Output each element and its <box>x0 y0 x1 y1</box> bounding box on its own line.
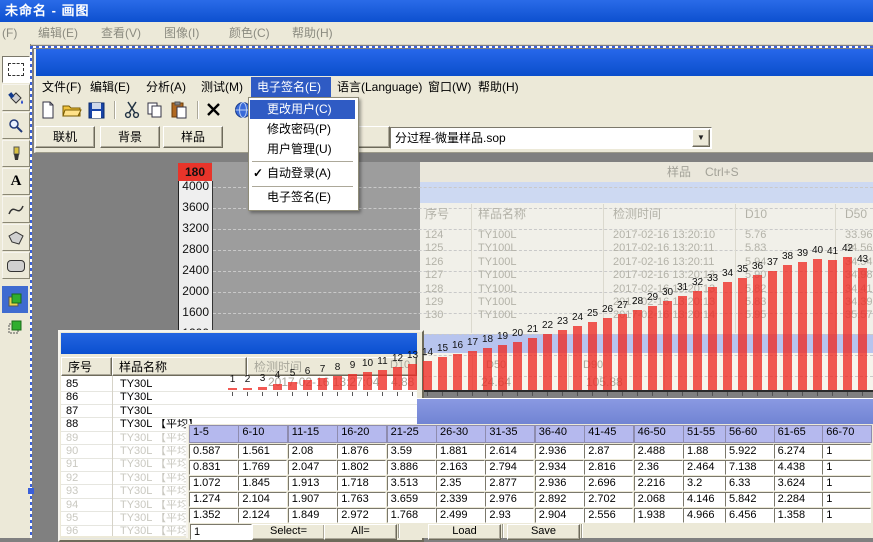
data-cell[interactable]: 2.08 <box>288 444 337 459</box>
data-cell[interactable]: 1.763 <box>337 492 386 507</box>
data-cell[interactable]: 1 <box>822 444 871 459</box>
data-cell[interactable]: 1 <box>822 492 871 507</box>
menu-item-autologin[interactable]: 自动登录(A) <box>267 167 331 179</box>
data-cell[interactable]: 2.976 <box>485 492 534 507</box>
data-cell[interactable]: 2.936 <box>535 444 584 459</box>
data-cell[interactable]: 2.124 <box>238 508 287 523</box>
data-cell[interactable]: 2.556 <box>584 508 633 523</box>
data-cell[interactable]: 1.072 <box>189 476 238 491</box>
data-cell[interactable]: 1.876 <box>337 444 386 459</box>
data-cell[interactable]: 1.913 <box>288 476 337 491</box>
data-column-header[interactable]: 61-65 <box>774 425 824 443</box>
data-cell[interactable]: 2.488 <box>634 444 683 459</box>
data-column-header[interactable]: 6-10 <box>238 425 288 443</box>
menu-item-change-user[interactable]: 更改用户(C) <box>250 100 355 119</box>
data-cell[interactable]: 2.702 <box>584 492 633 507</box>
data-cell[interactable]: 3.659 <box>387 492 436 507</box>
data-cell[interactable]: 6.274 <box>774 444 823 459</box>
data-column-header[interactable]: 26-30 <box>436 425 486 443</box>
data-column-header[interactable]: 31-35 <box>485 425 535 443</box>
controls-separator-3 <box>581 524 583 538</box>
data-cell[interactable]: 2.816 <box>584 460 633 475</box>
data-cell[interactable]: 1.352 <box>189 508 238 523</box>
data-cell[interactable]: 1.718 <box>337 476 386 491</box>
data-cell[interactable]: 2.284 <box>774 492 823 507</box>
data-cell[interactable]: 2.339 <box>436 492 485 507</box>
data-cell[interactable]: 2.794 <box>485 460 534 475</box>
data-column-header[interactable]: 46-50 <box>634 425 684 443</box>
data-cell[interactable]: 2.93 <box>485 508 534 523</box>
data-column-header[interactable]: 16-20 <box>337 425 387 443</box>
data-cell[interactable]: 1.845 <box>238 476 287 491</box>
data-column-header[interactable]: 36-40 <box>535 425 585 443</box>
data-cell[interactable]: 2.614 <box>485 444 534 459</box>
menu-item-user-management[interactable]: 用户管理(U) <box>267 143 332 155</box>
data-column-header[interactable]: 21-25 <box>387 425 437 443</box>
data-cell[interactable]: 1.769 <box>238 460 287 475</box>
data-cell[interactable]: 2.892 <box>535 492 584 507</box>
data-cell[interactable]: 2.047 <box>288 460 337 475</box>
data-cell[interactable]: 5.922 <box>725 444 774 459</box>
menu-item-autologin-check: ✓ <box>253 167 263 179</box>
data-cell[interactable]: 7.138 <box>725 460 774 475</box>
data-cell[interactable]: 1.274 <box>189 492 238 507</box>
data-cell[interactable]: 2.87 <box>584 444 633 459</box>
data-cell[interactable]: 3.886 <box>387 460 436 475</box>
data-cell[interactable]: 0.831 <box>189 460 238 475</box>
data-column-header[interactable]: 11-15 <box>288 425 338 443</box>
data-cell[interactable]: 1.358 <box>774 508 823 523</box>
data-column-header[interactable]: 56-60 <box>725 425 775 443</box>
data-cell[interactable]: 2.35 <box>436 476 485 491</box>
data-cell[interactable]: 1 <box>822 508 871 523</box>
data-cell[interactable]: 3.624 <box>774 476 823 491</box>
data-column-header[interactable]: 1-5 <box>189 425 239 443</box>
data-cell[interactable]: 6.456 <box>725 508 774 523</box>
menu-item-esign[interactable]: 电子签名(E) <box>267 191 331 203</box>
data-cell[interactable]: 2.163 <box>436 460 485 475</box>
data-cell[interactable]: 2.877 <box>485 476 534 491</box>
menu-item-change-password[interactable]: 修改密码(P) <box>267 123 331 135</box>
data-cell[interactable]: 1.881 <box>436 444 485 459</box>
data-cell[interactable]: 4.438 <box>774 460 823 475</box>
data-cell[interactable]: 2.499 <box>436 508 485 523</box>
menu-separator-1 <box>252 161 353 162</box>
data-column-header[interactable]: 41-45 <box>584 425 634 443</box>
menu-item-change-user-label: 更改用户(C) <box>267 103 332 115</box>
data-cell[interactable]: 2.696 <box>584 476 633 491</box>
data-cell[interactable]: 2.216 <box>634 476 683 491</box>
data-cell[interactable]: 3.59 <box>387 444 436 459</box>
data-cell[interactable]: 2.068 <box>634 492 683 507</box>
data-cell[interactable]: 1.849 <box>288 508 337 523</box>
data-cell[interactable]: 1.802 <box>337 460 386 475</box>
controls-separator-1 <box>398 524 400 538</box>
data-cell[interactable]: 3.513 <box>387 476 436 491</box>
data-cell[interactable]: 2.936 <box>535 476 584 491</box>
data-cell[interactable]: 0.587 <box>189 444 238 459</box>
data-cell[interactable]: 2.972 <box>337 508 386 523</box>
data-cell[interactable]: 1.907 <box>288 492 337 507</box>
data-cell[interactable]: 1.768 <box>387 508 436 523</box>
data-cell[interactable]: 2.36 <box>634 460 683 475</box>
data-cell[interactable]: 1.938 <box>634 508 683 523</box>
data-cell[interactable]: 1 <box>822 460 871 475</box>
data-cell[interactable]: 2.934 <box>535 460 584 475</box>
data-column-header[interactable]: 66-70 <box>822 425 872 443</box>
data-cell[interactable]: 5.842 <box>725 492 774 507</box>
data-cell[interactable]: 1.561 <box>238 444 287 459</box>
controls-separator-2 <box>502 524 504 538</box>
data-cell[interactable]: 2.904 <box>535 508 584 523</box>
data-cell[interactable]: 6.33 <box>725 476 774 491</box>
data-cell[interactable]: 2.104 <box>238 492 287 507</box>
data-cell[interactable]: 1 <box>822 476 871 491</box>
menu-separator-2 <box>252 186 353 187</box>
data-grid-layer: 1-56-1011-1516-2021-2526-3031-3536-4041-… <box>0 0 873 538</box>
